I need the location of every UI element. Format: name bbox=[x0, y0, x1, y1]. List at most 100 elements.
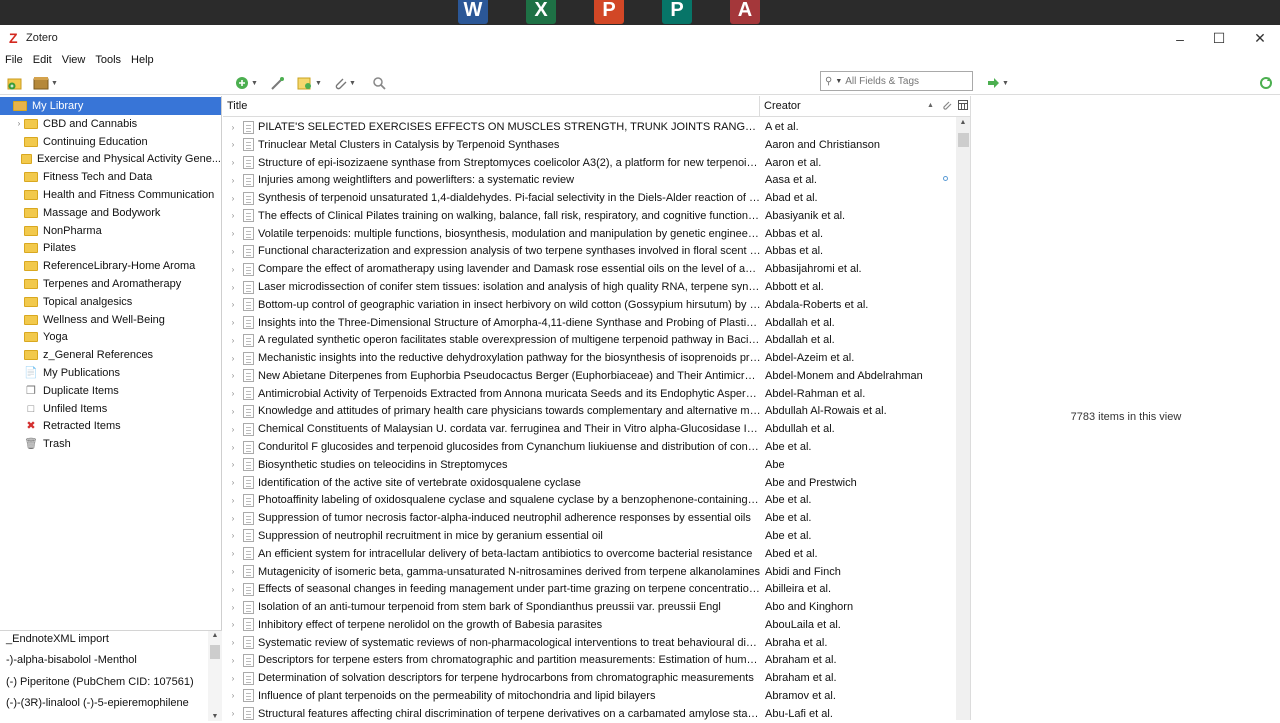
expand-chevron-icon[interactable]: › bbox=[223, 603, 243, 612]
collection-item[interactable]: Health and Fitness Communication bbox=[0, 186, 221, 204]
maximize-button[interactable]: ☐ bbox=[1196, 25, 1242, 52]
collection-item[interactable]: ✖ Retracted Items bbox=[0, 417, 221, 435]
expand-chevron-icon[interactable]: › bbox=[223, 709, 243, 718]
expand-chevron-icon[interactable]: › bbox=[223, 531, 243, 540]
item-row[interactable]: › Bottom-up control of geographic variati… bbox=[223, 296, 956, 314]
attachments-column-icon[interactable] bbox=[942, 100, 952, 115]
expand-chevron-icon[interactable]: › bbox=[223, 354, 243, 363]
search-mode-dropdown-icon[interactable]: ▼ bbox=[835, 78, 842, 85]
expand-chevron-icon[interactable]: › bbox=[223, 460, 243, 469]
item-row[interactable]: › Structure of epi-isozizaene synthase fr… bbox=[223, 154, 956, 172]
expand-chevron-icon[interactable]: › bbox=[223, 300, 243, 309]
collection-item[interactable]: □ Unfiled Items bbox=[0, 400, 221, 418]
collection-item[interactable]: ReferenceLibrary-Home Aroma bbox=[0, 257, 221, 275]
item-row[interactable]: › A regulated synthetic operon facilitate… bbox=[223, 331, 956, 349]
item-row[interactable]: › Injuries among weightlifters and powerl… bbox=[223, 171, 956, 189]
item-row[interactable]: › An efficient system for intracellular d… bbox=[223, 545, 956, 563]
expand-chevron-icon[interactable]: › bbox=[223, 496, 243, 505]
expand-chevron-icon[interactable]: › bbox=[223, 443, 243, 452]
menu-tools[interactable]: Tools bbox=[90, 52, 126, 71]
excel-icon[interactable]: X bbox=[520, 0, 561, 25]
collection-item[interactable]: Pilates bbox=[0, 239, 221, 257]
expand-chevron-icon[interactable]: › bbox=[223, 478, 243, 487]
item-row[interactable]: › Inhibitory effect of terpene nerolidol … bbox=[223, 616, 956, 634]
publisher-icon[interactable]: P bbox=[656, 0, 697, 25]
collection-item[interactable]: My Library bbox=[0, 97, 221, 115]
new-item-button[interactable]: ▼ bbox=[235, 75, 258, 91]
collection-item[interactable]: Wellness and Well-Being bbox=[0, 311, 221, 329]
item-row[interactable]: › Volatile terpenoids: multiple functions… bbox=[223, 225, 956, 243]
item-row[interactable]: › Antimicrobial Activity of Terpenoids Ex… bbox=[223, 385, 956, 403]
expand-chevron-icon[interactable]: › bbox=[223, 620, 243, 629]
expand-chevron-icon[interactable]: › bbox=[223, 407, 243, 416]
expand-chevron-icon[interactable]: › bbox=[223, 638, 243, 647]
item-row[interactable]: › Suppression of tumor necrosis factor-al… bbox=[223, 509, 956, 527]
expand-chevron-icon[interactable]: › bbox=[223, 158, 243, 167]
collection-item[interactable]: ❐ Duplicate Items bbox=[0, 382, 221, 400]
expand-chevron-icon[interactable]: › bbox=[223, 140, 243, 149]
expand-chevron-icon[interactable]: › bbox=[223, 549, 243, 558]
expand-chevron-icon[interactable]: › bbox=[223, 194, 243, 203]
item-row[interactable]: › Knowledge and attitudes of primary heal… bbox=[223, 402, 956, 420]
item-row[interactable]: › Laser microdissection of conifer stem t… bbox=[223, 278, 956, 296]
title-column-header[interactable]: Title bbox=[227, 100, 247, 112]
tag-scrollbar[interactable]: ▲ ▼ bbox=[208, 631, 222, 721]
search-field[interactable]: ⚲ ▼ bbox=[820, 71, 973, 91]
locate-button[interactable]: ▼ bbox=[986, 75, 1009, 91]
item-row[interactable]: › Trinuclear Metal Clusters in Catalysis … bbox=[223, 136, 956, 154]
item-row[interactable]: › Mechanistic insights into the reductive… bbox=[223, 349, 956, 367]
item-row[interactable]: › Suppression of neutrophil recruitment i… bbox=[223, 527, 956, 545]
tag-item[interactable]: (-)-(3R)-linalool (-)-5-epieremophilene bbox=[6, 697, 189, 709]
item-row[interactable]: › Conduritol F glucosides and terpenoid g… bbox=[223, 438, 956, 456]
tag-scroll-thumb[interactable] bbox=[210, 645, 220, 659]
expand-chevron-icon[interactable]: › bbox=[223, 514, 243, 523]
item-row[interactable]: › Compare the effect of aromatherapy usin… bbox=[223, 260, 956, 278]
collection-item[interactable]: Yoga bbox=[0, 328, 221, 346]
item-row[interactable]: › The effects of Clinical Pilates trainin… bbox=[223, 207, 956, 225]
tag-item[interactable]: _EndnoteXML import bbox=[6, 633, 109, 645]
expand-chevron-icon[interactable]: › bbox=[223, 176, 243, 185]
add-by-identifier-button[interactable] bbox=[270, 75, 286, 91]
expand-chevron-icon[interactable]: › bbox=[223, 336, 243, 345]
item-row[interactable]: › Insights into the Three-Dimensional Str… bbox=[223, 314, 956, 332]
item-row[interactable]: › Influence of plant terpenoids on the pe… bbox=[223, 687, 956, 705]
menu-edit[interactable]: Edit bbox=[28, 52, 57, 71]
new-library-button[interactable]: ▼ bbox=[33, 75, 58, 91]
item-row[interactable]: › Chemical Constituents of Malaysian U. c… bbox=[223, 420, 956, 438]
expand-chevron-icon[interactable]: › bbox=[223, 425, 243, 434]
expand-chevron-icon[interactable]: › bbox=[223, 229, 243, 238]
access-icon[interactable]: A bbox=[724, 0, 765, 25]
expand-chevron-icon[interactable]: › bbox=[223, 247, 243, 256]
collection-item[interactable]: Exercise and Physical Activity Gene... bbox=[0, 150, 221, 168]
collection-item[interactable]: Terpenes and Aromatherapy bbox=[0, 275, 221, 293]
item-row[interactable]: › PILATE'S SELECTED EXERCISES EFFECTS ON … bbox=[223, 118, 956, 136]
word-icon[interactable]: W bbox=[452, 0, 493, 25]
item-row[interactable]: › Mutagenicity of isomeric beta, gamma-un… bbox=[223, 563, 956, 581]
close-button[interactable]: ✕ bbox=[1237, 25, 1280, 52]
collection-item[interactable]: z_General References bbox=[0, 346, 221, 364]
item-row[interactable]: › Descriptors for terpene esters from chr… bbox=[223, 651, 956, 669]
expand-chevron-icon[interactable]: › bbox=[223, 389, 243, 398]
new-collection-button[interactable] bbox=[7, 75, 23, 91]
item-row[interactable]: › Identification of the active site of ve… bbox=[223, 474, 956, 492]
scroll-up-icon[interactable]: ▲ bbox=[956, 119, 970, 126]
collection-item[interactable]: 🗑 Trash bbox=[0, 435, 221, 453]
item-row[interactable]: › Determination of solvation descriptors … bbox=[223, 669, 956, 687]
collection-item[interactable]: Topical analgesics bbox=[0, 293, 221, 311]
item-row[interactable]: › Isolation of an anti-tumour terpenoid f… bbox=[223, 598, 956, 616]
item-row[interactable]: › Biosynthetic studies on teleocidins in … bbox=[223, 456, 956, 474]
advanced-search-button[interactable] bbox=[372, 75, 386, 91]
scroll-down-icon[interactable]: ▼ bbox=[208, 713, 222, 720]
items-scroll-thumb[interactable] bbox=[958, 133, 969, 147]
items-scrollbar[interactable]: ▲ bbox=[956, 117, 970, 720]
expand-chevron-icon[interactable]: › bbox=[223, 123, 243, 132]
menu-help[interactable]: Help bbox=[126, 52, 159, 71]
expand-chevron-icon[interactable]: › bbox=[223, 656, 243, 665]
collection-item[interactable]: › CBD and Cannabis bbox=[0, 115, 221, 133]
collection-item[interactable]: NonPharma bbox=[0, 222, 221, 240]
powerpoint-icon[interactable]: P bbox=[588, 0, 629, 25]
expand-chevron-icon[interactable]: › bbox=[223, 674, 243, 683]
scroll-up-icon[interactable]: ▲ bbox=[208, 632, 222, 639]
item-row[interactable]: › Systematic review of systematic reviews… bbox=[223, 634, 956, 652]
item-row[interactable]: › New Abietane Diterpenes from Euphorbia … bbox=[223, 367, 956, 385]
